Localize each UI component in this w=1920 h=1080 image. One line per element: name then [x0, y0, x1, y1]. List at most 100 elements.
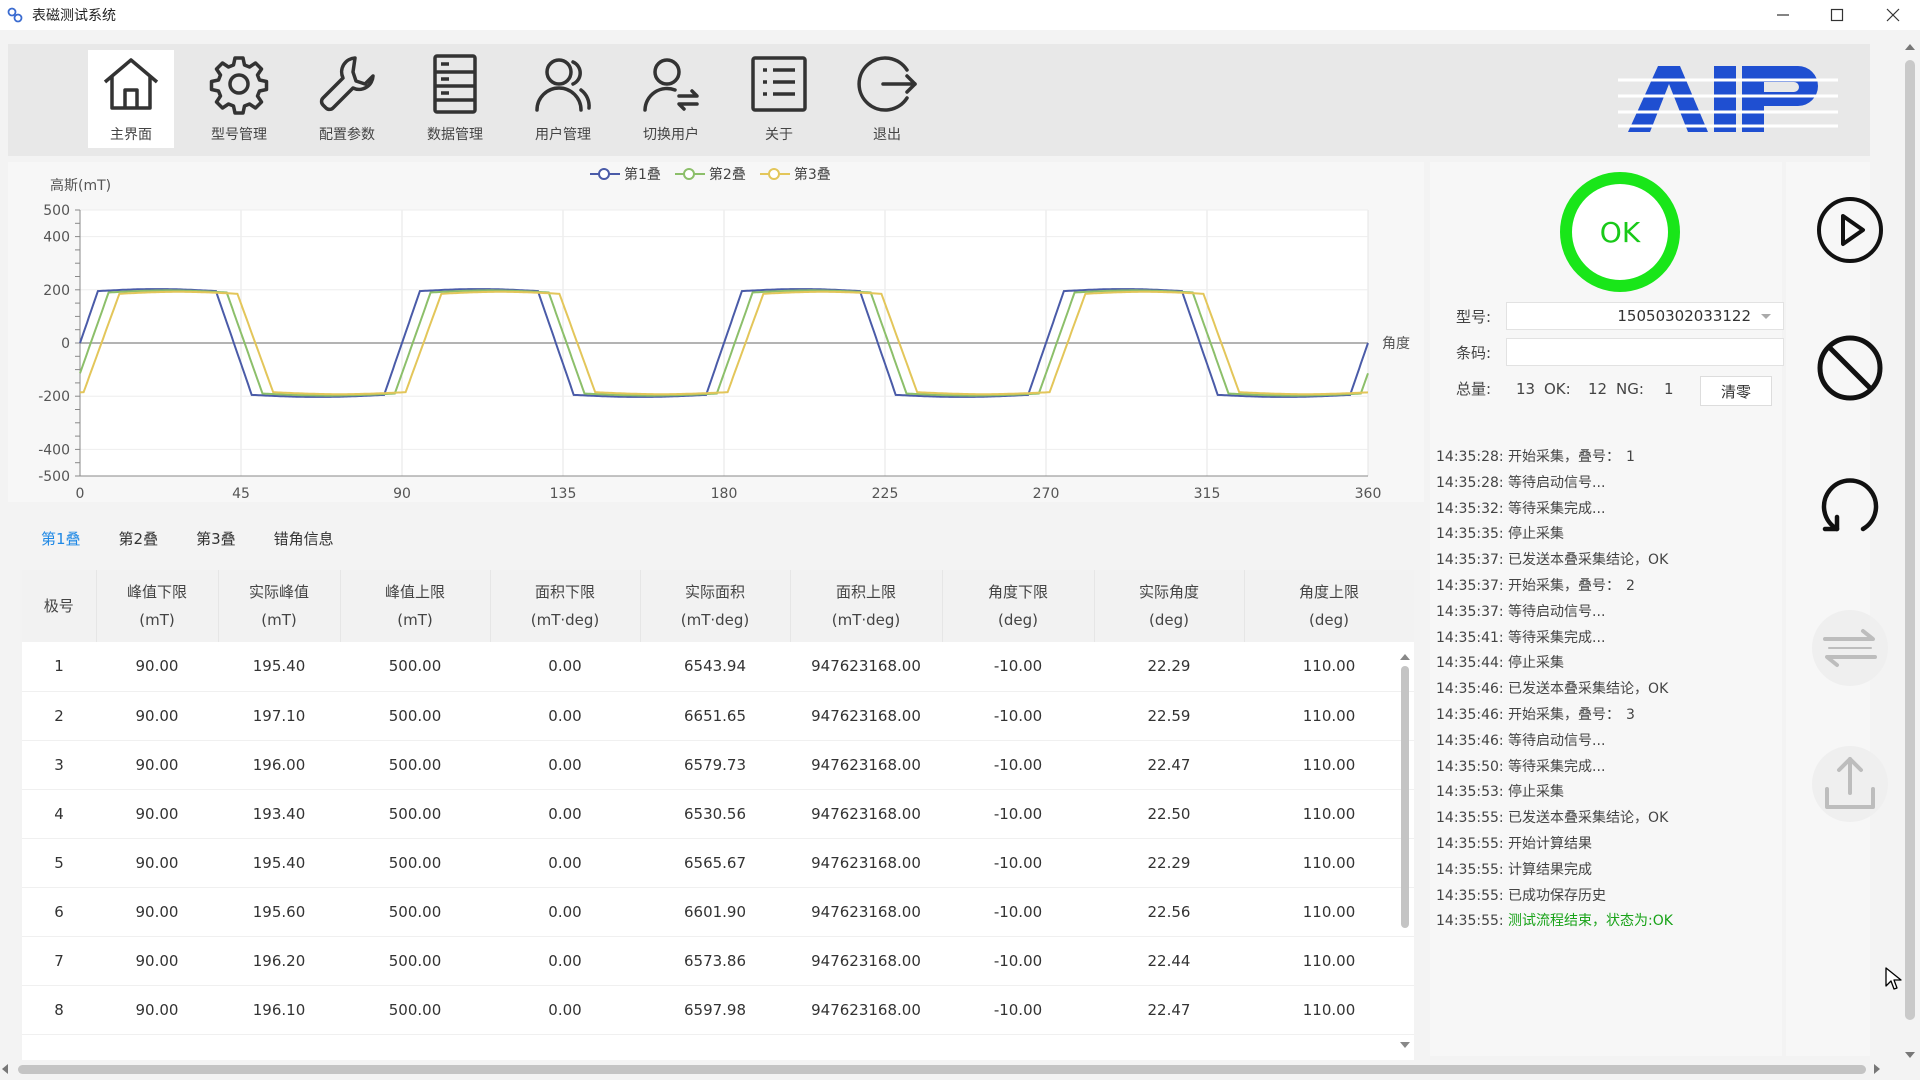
legend-item-3[interactable]: 第3叠	[759, 164, 831, 184]
switch-button[interactable]	[1812, 610, 1888, 686]
total-count: 13	[1516, 379, 1536, 398]
table-cell: 110.00	[1244, 936, 1414, 986]
toolbar-about[interactable]: 关于	[736, 50, 822, 148]
log-message: 等待采集完成...	[1508, 758, 1606, 775]
horizontal-scrollbar[interactable]	[0, 1062, 1900, 1076]
column-header-2[interactable]: 实际峰值 (mT)	[218, 570, 341, 642]
toolbar-switch-user[interactable]: 切换用户	[628, 50, 714, 148]
column-header-unit: (deg)	[1149, 611, 1189, 629]
maximize-icon	[1830, 8, 1844, 22]
table-cell: 5	[22, 838, 96, 888]
table-cell: 0.00	[490, 936, 640, 986]
table-row[interactable]: 5 90.00 195.40 500.00 0.00 6565.67 947623168.0…	[22, 838, 1414, 888]
window-scroll-up-icon[interactable]	[1905, 44, 1915, 50]
table-cell: -10.00	[942, 887, 1094, 937]
toolbar-config-params-label: 配置参数	[319, 127, 375, 143]
database-icon	[433, 54, 477, 114]
legend-item-2[interactable]: 第2叠	[674, 164, 746, 184]
model-value: 15050302033122	[1617, 307, 1751, 325]
column-header-5[interactable]: 实际面积 (mT·deg)	[640, 570, 791, 642]
table-cell: 1	[22, 642, 96, 692]
column-header-9[interactable]: 角度上限 (deg)	[1244, 570, 1414, 642]
title-bar: 表磁测试系统	[0, 0, 1920, 30]
tab-stack-1[interactable]: 第1叠	[22, 520, 100, 557]
log-line: 14:35:37: 已发送本叠采集结论，OK	[1436, 548, 1776, 574]
log-time: 14:35:32:	[1436, 500, 1504, 517]
log-line: 14:35:44: 停止采集	[1436, 651, 1776, 677]
toolbar-config-params[interactable]: 配置参数	[304, 50, 390, 148]
x-tick-label: 270	[1033, 486, 1060, 502]
log-message: 等待采集完成...	[1508, 500, 1606, 517]
toolbar-user-management[interactable]: 用户管理	[520, 50, 606, 148]
column-header-1[interactable]: 峰值下限 (mT)	[96, 570, 219, 642]
barcode-input[interactable]	[1506, 338, 1784, 366]
scroll-up-arrow-icon[interactable]	[1400, 654, 1410, 660]
stop-icon	[1817, 335, 1883, 401]
scroll-left-icon[interactable]	[2, 1064, 8, 1074]
tab-stack-3[interactable]: 第3叠	[177, 520, 255, 557]
window-vscroll-thumb[interactable]	[1905, 60, 1915, 1020]
toolbar-exit[interactable]: 退出	[844, 50, 930, 148]
legend-swatch-3	[759, 167, 790, 181]
table-row[interactable]: 6 90.00 195.60 500.00 0.00 6601.90 947623168.0…	[22, 887, 1414, 937]
table-cell: 6	[22, 887, 96, 937]
toolbar-data-management[interactable]: 数据管理	[412, 50, 498, 148]
table-row[interactable]: 3 90.00 196.00 500.00 0.00 6579.73 947623168.0…	[22, 740, 1414, 790]
reset-button[interactable]	[1812, 468, 1888, 544]
tab-stack-2[interactable]: 第2叠	[100, 520, 178, 557]
column-header-0[interactable]: 极号	[22, 570, 97, 642]
table-cell: 947623168.00	[790, 936, 942, 986]
column-header-title: 极号	[43, 597, 74, 615]
window-vertical-scrollbar[interactable]	[1902, 44, 1916, 1060]
stop-button[interactable]	[1812, 330, 1888, 406]
table-row[interactable]: 1 90.00 195.40 500.00 0.00 6543.94 947623168.0…	[22, 642, 1414, 692]
table-cell: 2	[22, 691, 96, 741]
table-scroll-thumb[interactable]	[1401, 666, 1409, 928]
column-header-6[interactable]: 面积上限 (mT·deg)	[790, 570, 943, 642]
table-row[interactable]: 8 90.00 196.10 500.00 0.00 6597.98 947623168.0…	[22, 985, 1414, 1035]
log-message: 等待启动信号...	[1508, 603, 1606, 620]
table-cell: 0.00	[490, 642, 640, 692]
window-scroll-down-icon[interactable]	[1905, 1052, 1915, 1058]
table-cell: 500.00	[340, 740, 490, 790]
upload-button[interactable]	[1812, 746, 1888, 822]
column-header-7[interactable]: 角度下限 (deg)	[942, 570, 1095, 642]
hscroll-thumb[interactable]	[18, 1065, 1866, 1074]
table-row[interactable]: 4 90.00 193.40 500.00 0.00 6530.56 947623168.0…	[22, 789, 1414, 839]
legend-swatch-2	[674, 167, 705, 181]
legend-item-1[interactable]: 第1叠	[590, 164, 661, 184]
app-icon	[7, 7, 23, 23]
scroll-right-icon[interactable]	[1874, 1064, 1880, 1074]
log-message: 停止采集	[1508, 526, 1565, 543]
table-cell: 8	[22, 985, 96, 1035]
table-row[interactable]: 2 90.00 197.10 500.00 0.00 6651.65 947623168.0…	[22, 691, 1414, 741]
switch-icon	[1823, 629, 1877, 667]
y-tick-label: 200	[43, 283, 70, 299]
table-scrollbar[interactable]	[1398, 654, 1412, 1050]
model-select[interactable]: 15050302033122	[1506, 302, 1784, 330]
table-cell: 3	[22, 740, 96, 790]
column-header-8[interactable]: 实际角度 (deg)	[1094, 570, 1245, 642]
column-header-3[interactable]: 峰值上限 (mT)	[340, 570, 491, 642]
table-row[interactable]: 7 90.00 196.20 500.00 0.00 6573.86 947623168.0…	[22, 936, 1414, 986]
close-button[interactable]	[1866, 0, 1920, 30]
log-line: 14:35:32: 等待采集完成...	[1436, 497, 1776, 523]
table-cell: -10.00	[942, 789, 1094, 839]
log-message: 开始采集，叠号：	[1508, 577, 1621, 594]
log-stack-number: 3	[1626, 706, 1635, 723]
table-cell: 947623168.00	[790, 838, 942, 888]
column-header-title: 面积下限	[534, 583, 595, 601]
scroll-down-arrow-icon[interactable]	[1400, 1042, 1410, 1048]
toolbar-home[interactable]: 主界面	[88, 50, 174, 148]
table-cell: -10.00	[942, 936, 1094, 986]
maximize-button[interactable]	[1810, 0, 1864, 30]
clear-counts-button[interactable]: 清零	[1700, 376, 1772, 406]
toolbar-user-management-label: 用户管理	[535, 127, 591, 143]
start-button[interactable]	[1812, 192, 1888, 268]
minimize-button[interactable]	[1756, 0, 1810, 30]
column-header-4[interactable]: 面积下限 (mT·deg)	[490, 570, 641, 642]
toolbar-model-management[interactable]: 型号管理	[196, 50, 282, 148]
tab-misalign-info[interactable]: 错角信息	[255, 520, 353, 557]
table-cell: 110.00	[1244, 985, 1414, 1035]
log-line: 14:35:37: 开始采集，叠号： 2	[1436, 574, 1776, 600]
